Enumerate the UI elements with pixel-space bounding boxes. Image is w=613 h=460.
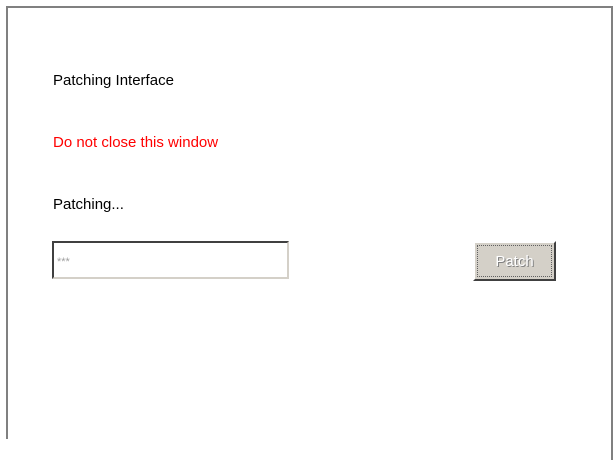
patching-status-label: Patching... xyxy=(53,196,124,213)
patch-button[interactable]: Patch xyxy=(473,241,556,281)
patch-button-focus-rect: Patch xyxy=(477,245,552,277)
close-warning-label: Do not close this window xyxy=(53,134,219,151)
window-frame-left xyxy=(6,6,8,439)
patch-input-field[interactable] xyxy=(52,241,289,279)
patcher-window: Patching Interface Do not close this win… xyxy=(0,0,613,460)
interface-title-label: Patching Interface xyxy=(53,72,174,89)
patch-button-label: Patch xyxy=(495,252,534,270)
window-frame-top xyxy=(6,6,613,8)
